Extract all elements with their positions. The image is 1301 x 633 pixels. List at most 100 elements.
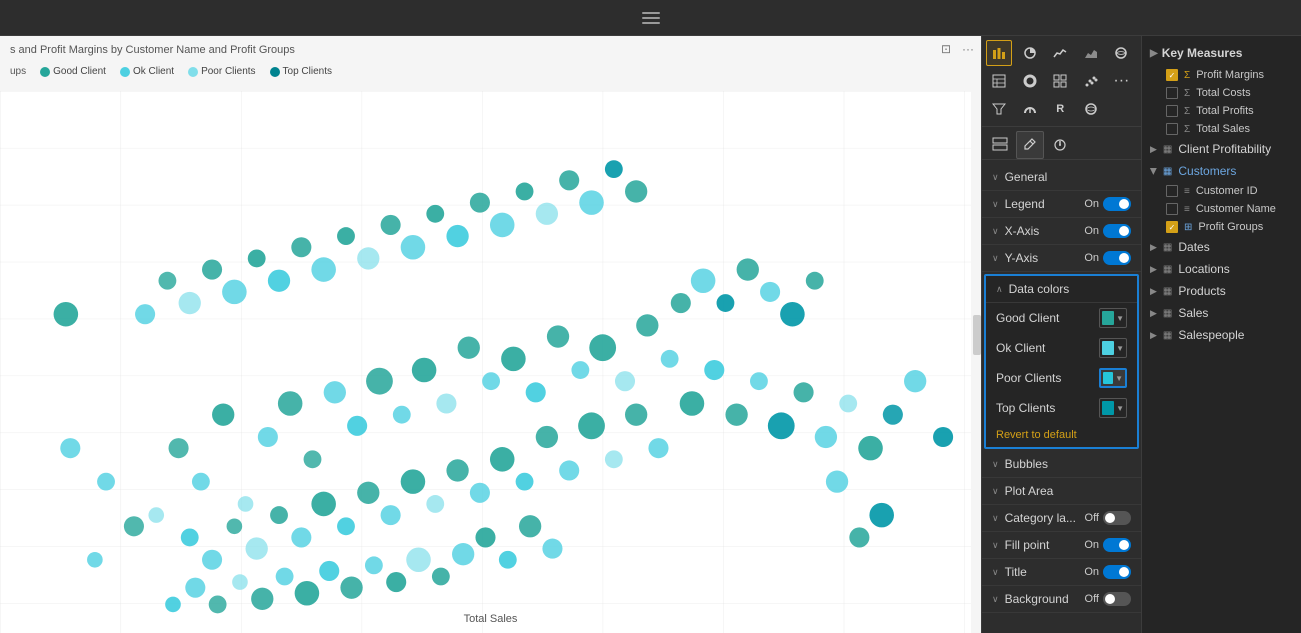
total-sales-checkbox[interactable] (1166, 123, 1178, 135)
format-section-bubbles[interactable]: ∨ Bubbles (982, 451, 1141, 478)
yaxis-toggle[interactable]: On (1084, 251, 1131, 265)
bar-chart-visual-icon[interactable] (986, 40, 1012, 66)
hamburger-menu-icon[interactable] (642, 12, 660, 24)
globe-visual-icon[interactable] (1078, 96, 1104, 122)
customer-name-field-icon: ≡ (1184, 204, 1190, 215)
revert-to-default-link[interactable]: Revert to default (986, 423, 1137, 447)
general-label: General (1005, 170, 1048, 184)
general-chevron: ∨ (992, 172, 999, 183)
sales-label: Sales (1178, 306, 1208, 320)
field-group-sales[interactable]: ▶ ▦ Sales (1142, 302, 1301, 324)
pie-chart-visual-icon[interactable] (1017, 40, 1043, 66)
field-group-products[interactable]: ▶ ▦ Products (1142, 280, 1301, 302)
analytics-tab[interactable] (1046, 131, 1074, 159)
format-section-yaxis[interactable]: ∨ Y-Axis On (982, 245, 1141, 272)
gauge-visual-icon[interactable] (1017, 96, 1043, 122)
color-row-good-client: Good Client ▼ (986, 303, 1137, 333)
donut-chart-visual-icon[interactable] (1017, 68, 1043, 94)
format-section-plot-area[interactable]: ∨ Plot Area (982, 478, 1141, 505)
field-group-dates[interactable]: ▶ ▦ Dates (1142, 236, 1301, 258)
poor-clients-color-picker[interactable]: ▼ (1099, 368, 1127, 388)
line-chart-visual-icon[interactable] (1047, 40, 1073, 66)
matrix-visual-icon[interactable] (1047, 68, 1073, 94)
format-section-category-labels[interactable]: ∨ Category la... Off (982, 505, 1141, 532)
category-labels-toggle-track[interactable] (1103, 511, 1131, 525)
field-customer-name[interactable]: ≡ Customer Name (1142, 200, 1301, 218)
total-profits-checkbox[interactable] (1166, 105, 1178, 117)
format-section-general[interactable]: ∨ General (982, 164, 1141, 191)
top-clients-color-label: Top Clients (996, 401, 1055, 415)
legend-row: ups Good Client Ok Client Poor Clients T… (10, 66, 332, 77)
good-client-color-picker[interactable]: ▼ (1099, 308, 1127, 328)
data-colors-chevron: ∧ (996, 284, 1003, 295)
category-labels-label: Category la... (1005, 511, 1076, 525)
field-total-sales[interactable]: Σ Total Sales (1142, 120, 1301, 138)
profit-margins-field-label: Profit Margins (1196, 69, 1264, 81)
fill-point-chevron: ∨ (992, 540, 999, 551)
category-labels-toggle[interactable]: Off (1085, 511, 1131, 525)
top-clients-color-picker[interactable]: ▼ (1099, 398, 1127, 418)
customer-id-field-label: Customer ID (1196, 185, 1258, 197)
funnel-visual-icon[interactable] (986, 96, 1012, 122)
focus-mode-button[interactable]: ⊡ (937, 40, 955, 58)
title-toggle[interactable]: On (1084, 565, 1131, 579)
profit-groups-checkbox[interactable] (1166, 221, 1178, 233)
legend-toggle[interactable]: On (1084, 197, 1131, 211)
client-profitability-label: Client Profitability (1178, 142, 1271, 156)
fill-point-toggle-track[interactable] (1103, 538, 1131, 552)
fields-tab[interactable] (986, 131, 1014, 159)
area-chart-visual-icon[interactable] (1078, 40, 1104, 66)
good-client-color-swatch (1102, 311, 1114, 325)
customer-id-field-icon: ≡ (1184, 186, 1190, 197)
more-visuals-icon[interactable]: ··· (1108, 68, 1134, 94)
salespeople-expand-icon: ▶ (1150, 330, 1157, 341)
format-section-xaxis[interactable]: ∨ X-Axis On (982, 218, 1141, 245)
sales-expand-icon: ▶ (1150, 308, 1157, 319)
field-profit-margins[interactable]: Σ Profit Margins (1142, 66, 1301, 84)
chart-resize-handle[interactable] (973, 315, 981, 355)
background-toggle[interactable]: Off (1085, 592, 1131, 606)
total-costs-checkbox[interactable] (1166, 87, 1178, 99)
title-label: Title (1005, 565, 1027, 579)
top-clients-color-arrow: ▼ (1116, 404, 1124, 413)
main-area: s and Profit Margins by Customer Name an… (0, 36, 1301, 633)
field-total-profits[interactable]: Σ Total Profits (1142, 102, 1301, 120)
field-total-costs[interactable]: Σ Total Costs (1142, 84, 1301, 102)
xaxis-toggle-track[interactable] (1103, 224, 1131, 238)
map-visual-icon[interactable] (1108, 40, 1134, 66)
field-customer-id[interactable]: ≡ Customer ID (1142, 182, 1301, 200)
field-group-client-profitability[interactable]: ▶ ▦ Client Profitability (1142, 138, 1301, 160)
xaxis-toggle[interactable]: On (1084, 224, 1131, 238)
format-section-fill-point[interactable]: ∨ Fill point On (982, 532, 1141, 559)
title-toggle-track[interactable] (1103, 565, 1131, 579)
yaxis-toggle-track[interactable] (1103, 251, 1131, 265)
field-profit-groups[interactable]: ⊞ Profit Groups (1142, 218, 1301, 236)
customer-id-checkbox[interactable] (1166, 185, 1178, 197)
fields-scroll-area[interactable]: ▶ Key Measures Σ Profit Margins Σ Total … (1142, 36, 1301, 633)
data-colors-header[interactable]: ∧ Data colors (986, 276, 1137, 303)
field-group-salespeople[interactable]: ▶ ▦ Salespeople (1142, 324, 1301, 346)
scatter-visual-icon[interactable] (1078, 68, 1104, 94)
poor-clients-color-swatch (1103, 372, 1113, 384)
format-paintbrush-tab[interactable] (1016, 131, 1044, 159)
background-toggle-track[interactable] (1103, 592, 1131, 606)
format-section-background[interactable]: ∨ Background Off (982, 586, 1141, 613)
key-measures-label: Key Measures (1162, 46, 1243, 60)
customer-name-checkbox[interactable] (1166, 203, 1178, 215)
background-label: Background (1005, 592, 1069, 606)
more-options-button[interactable]: ··· (959, 40, 977, 58)
fill-point-toggle[interactable]: On (1084, 538, 1131, 552)
format-section-title[interactable]: ∨ Title On (982, 559, 1141, 586)
field-group-customers[interactable]: ▶ ▦ Customers (1142, 160, 1301, 182)
profit-margins-checkbox[interactable] (1166, 69, 1178, 81)
table-visual-icon[interactable] (986, 68, 1012, 94)
field-group-locations[interactable]: ▶ ▦ Locations (1142, 258, 1301, 280)
salespeople-table-icon: ▦ (1163, 330, 1172, 341)
color-row-poor-clients: Poor Clients ▼ (986, 363, 1137, 393)
ok-client-color-picker[interactable]: ▼ (1099, 338, 1127, 358)
legend-toggle-track[interactable] (1103, 197, 1131, 211)
ok-client-color-label: Ok Client (996, 341, 1045, 355)
format-scroll-area[interactable]: ∨ General ∨ Legend On (982, 160, 1141, 633)
format-section-legend[interactable]: ∨ Legend On (982, 191, 1141, 218)
r-script-visual-icon[interactable]: R (1047, 96, 1073, 122)
